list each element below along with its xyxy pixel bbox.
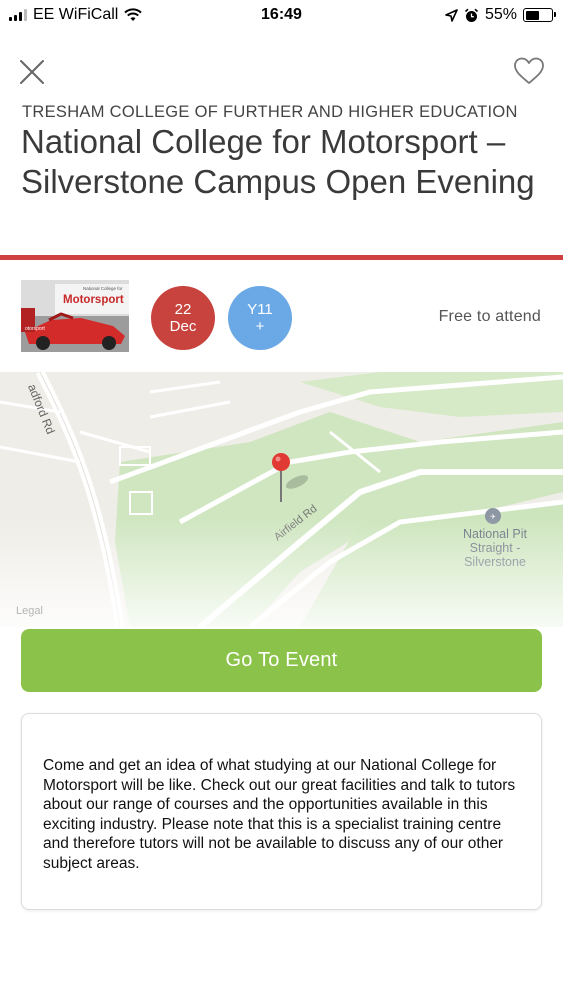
title-divider: [0, 255, 563, 260]
battery-percent: 55%: [484, 6, 517, 23]
poi-label-line1: National Pit: [463, 527, 527, 541]
status-bar: EE WiFiCall 16:49 55%: [0, 0, 563, 30]
description-card: Come and get an idea of what studying at…: [21, 713, 542, 910]
thumbnail-image: National College for Motorsport otorspor…: [21, 280, 129, 352]
year-group-plus: +: [255, 318, 265, 335]
map-legal-link[interactable]: Legal: [16, 605, 43, 617]
price-label: Free to attend: [438, 308, 541, 325]
heart-icon: [514, 57, 544, 84]
date-badge: 22 Dec: [151, 286, 215, 350]
thumbnail-caption: National College for: [83, 286, 123, 291]
thumbnail-logo-text: Motorsport: [63, 294, 124, 306]
year-group-badge: Y11 +: [228, 286, 292, 350]
date-day: 22: [174, 301, 192, 318]
year-group-label: Y11: [247, 301, 273, 318]
event-thumbnail[interactable]: National College for Motorsport otorspor…: [21, 280, 129, 352]
map-pin-icon[interactable]: [270, 452, 294, 504]
location-arrow-icon: [445, 8, 458, 22]
poi-label-line2: Straight -: [469, 541, 521, 555]
battery-icon: [523, 8, 556, 22]
close-button[interactable]: [18, 58, 46, 86]
favorite-button[interactable]: [513, 56, 545, 86]
close-icon: [20, 60, 44, 84]
poi-label-line3: Silverstone: [464, 555, 526, 569]
event-title: National College for Motorsport – Silver…: [21, 123, 535, 200]
event-description: Come and get an idea of what studying at…: [43, 757, 516, 872]
date-month: Dec: [169, 318, 197, 335]
go-to-event-button[interactable]: Go To Event: [21, 629, 542, 692]
svg-text:✈: ✈: [490, 513, 496, 521]
thumbnail-car-text: otorsport: [25, 326, 45, 332]
event-map[interactable]: ✈ adford Rd Airfield Rd National Pit Str…: [0, 372, 563, 627]
alarm-icon: [464, 8, 479, 22]
status-right: 55%: [445, 6, 556, 24]
poi-label: National Pit Straight - Silverstone: [445, 527, 545, 569]
organization-name: TRESHAM COLLEGE OF FURTHER AND HIGHER ED…: [22, 103, 518, 121]
battery-fill: [525, 10, 540, 20]
